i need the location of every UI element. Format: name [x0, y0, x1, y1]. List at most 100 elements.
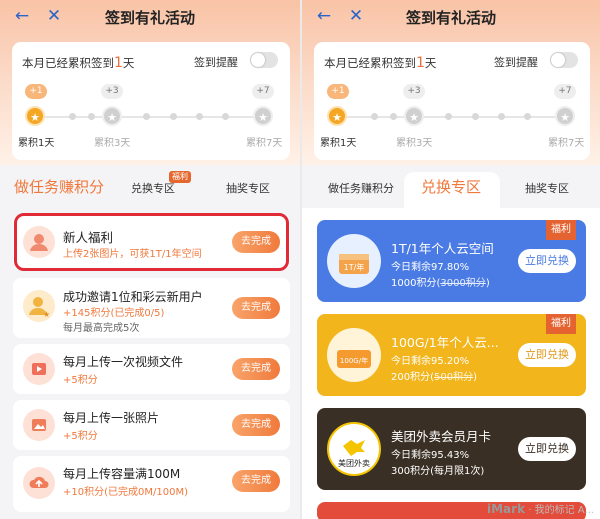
star-icon: ★ [555, 106, 575, 126]
cloud-space-art: 1T/年 [327, 234, 381, 288]
tab-tasks[interactable]: 做任务赚积分 [14, 176, 104, 197]
reminder-toggle[interactable] [550, 52, 578, 68]
welfare-badge: 福利 [546, 314, 576, 334]
milestone-bonus: +3 [101, 84, 123, 99]
prize-card: 1T/年 1T/1年个人云空间 今日剩余97.80% 1000积分(3000积分… [317, 220, 586, 302]
progress-dot [222, 113, 229, 120]
prize-remaining: 今日剩余95.43% [391, 450, 470, 461]
tab-exchange-label: 兑换专区 [131, 182, 175, 195]
milestone-label: 累积3天 [396, 138, 433, 149]
milestone-label: 累积3天 [94, 138, 131, 149]
milestone-bonus: +1 [327, 84, 349, 99]
tab-exchange[interactable]: 兑换专区 [421, 176, 481, 197]
redeem-button[interactable]: 立即兑换 [518, 249, 576, 273]
task-reward: +5积分 [63, 375, 98, 386]
prize-title: 美团外卖会员月卡 [391, 429, 492, 444]
progress-dot [69, 113, 76, 120]
navbar: ← ✕ 签到有礼活动 [302, 0, 600, 34]
task-title: 每月上传容量满100M [63, 467, 181, 481]
redeem-button[interactable]: 立即兑换 [518, 437, 576, 461]
prize-card: 美团外卖 美团外卖会员月卡 今日剩余95.43% 300积分(每月限1次) 立即… [317, 408, 586, 490]
watermark-brand: iMark [487, 502, 526, 516]
task-item: 每月上传一次视频文件 +5积分 去完成 [13, 344, 290, 394]
cloud-space-art: 100G/年 [327, 328, 381, 382]
go-complete-button[interactable]: 去完成 [232, 414, 280, 436]
star-icon: ★ [253, 106, 273, 126]
sign-in-prefix: 本月已经累积签到 [324, 56, 416, 70]
tab-lottery[interactable]: 抽奖专区 [525, 180, 569, 196]
redeem-button[interactable]: 立即兑换 [518, 343, 576, 367]
go-complete-button[interactable]: 去完成 [232, 297, 280, 319]
prize-points: 300积分(每月限1次) [391, 462, 484, 477]
progress-dot [371, 113, 378, 120]
progress-dot [196, 113, 203, 120]
go-complete-button[interactable]: 去完成 [232, 358, 280, 380]
task-title: 每月上传一次视频文件 [63, 355, 184, 369]
task-limit: 每月最高完成5次 [63, 323, 140, 334]
star-icon: ★ [404, 106, 424, 126]
milestone-label: 累积1天 [18, 138, 55, 149]
reminder-label: 签到提醒 [194, 56, 238, 69]
tab-tasks[interactable]: 做任务赚积分 [328, 180, 394, 196]
prize-title: 100G/1年个人云... [391, 335, 499, 350]
page-title: 签到有礼活动 [104, 9, 195, 27]
progress-dot [524, 113, 531, 120]
watermark: iMark · 我的标记 A... [487, 501, 594, 516]
prize-art-label: 美团外卖 [338, 458, 370, 468]
go-complete-button[interactable]: 去完成 [232, 470, 280, 492]
prize-price: 1000积分 [391, 278, 437, 289]
progress-dot [472, 113, 479, 120]
prize-list: 1T/年 1T/1年个人云空间 今日剩余97.80% 1000积分(3000积分… [302, 208, 600, 519]
svg-text:★: ★ [43, 310, 50, 319]
progress-dot [445, 113, 452, 120]
progress-dot [498, 113, 505, 120]
prize-points: 1000积分(3000积分) [391, 278, 490, 289]
progress-dot [170, 113, 177, 120]
prize-price: 200积分 [391, 372, 431, 383]
welfare-badge: 福利 [169, 171, 191, 183]
toggle-knob [251, 53, 265, 67]
tab-exchange[interactable]: 兑换专区 福利 [131, 171, 191, 196]
task-item: ★ 成功邀请1位和彩云新用户 +145积分(已完成0/5) 每月最高完成5次 去… [13, 278, 290, 338]
milestone-label: 累积1天 [320, 138, 357, 149]
sign-in-count: 1 [114, 55, 123, 71]
tab-lottery[interactable]: 抽奖专区 [226, 180, 270, 196]
prize-original-price: 500积分 [434, 372, 474, 383]
progress-dot [88, 113, 95, 120]
sign-in-unit: 天 [122, 56, 135, 70]
task-reward: +145积分(已完成0/5) [63, 308, 165, 319]
prize-points: 200积分(500积分) [391, 372, 477, 383]
sign-in-summary: 本月已经累积签到1天 [324, 55, 436, 71]
toggle-knob [551, 53, 565, 67]
invite-user-icon: ★ [23, 290, 55, 322]
task-reward: +10积分(已完成0M/100M) [63, 487, 188, 498]
milestone-label: 累积7天 [246, 138, 283, 149]
sign-in-summary: 本月已经累积签到1天 [22, 55, 134, 71]
prize-remaining: 今日剩余97.80% [391, 262, 470, 273]
reminder-label: 签到提醒 [494, 56, 538, 69]
highlight-frame [14, 213, 289, 271]
watermark-text: · 我的标记 A... [528, 505, 594, 516]
prize-limit: (每月限1次) [430, 466, 485, 477]
welfare-badge: 福利 [546, 220, 576, 240]
progress-dot [390, 113, 397, 120]
prize-art-label: 100G/年 [340, 356, 368, 365]
prize-remaining: 今日剩余95.20% [391, 356, 470, 367]
image-icon [23, 409, 55, 441]
sign-in-card: 本月已经累积签到1天 签到提醒 +1 ★ 累积1天 +3 ★ 累积3天 +7 ★… [12, 42, 290, 160]
navbar: ← ✕ 签到有礼活动 [0, 0, 300, 34]
video-icon [23, 353, 55, 385]
prize-original-price: 3000积分 [440, 278, 486, 289]
reminder-toggle[interactable] [250, 52, 278, 68]
sign-in-prefix: 本月已经累积签到 [22, 56, 114, 70]
right-screen: ← ✕ 签到有礼活动 本月已经累积签到1天 签到提醒 +1 ★ 累积1天 +3 … [302, 0, 600, 519]
progress-dot [143, 113, 150, 120]
task-title: 每月上传一张照片 [63, 411, 160, 425]
meituan-logo: 美团外卖 [327, 422, 381, 476]
sign-in-card: 本月已经累积签到1天 签到提醒 +1 ★ 累积1天 +3 ★ 累积3天 +7 ★… [314, 42, 590, 160]
task-item: 每月上传一张照片 +5积分 去完成 [13, 400, 290, 450]
sign-in-count: 1 [416, 55, 425, 71]
star-icon: ★ [102, 106, 122, 126]
tab-bar: 做任务赚积分 兑换专区 福利 抽奖专区 [0, 171, 300, 208]
milestone-bonus: +7 [554, 84, 576, 99]
